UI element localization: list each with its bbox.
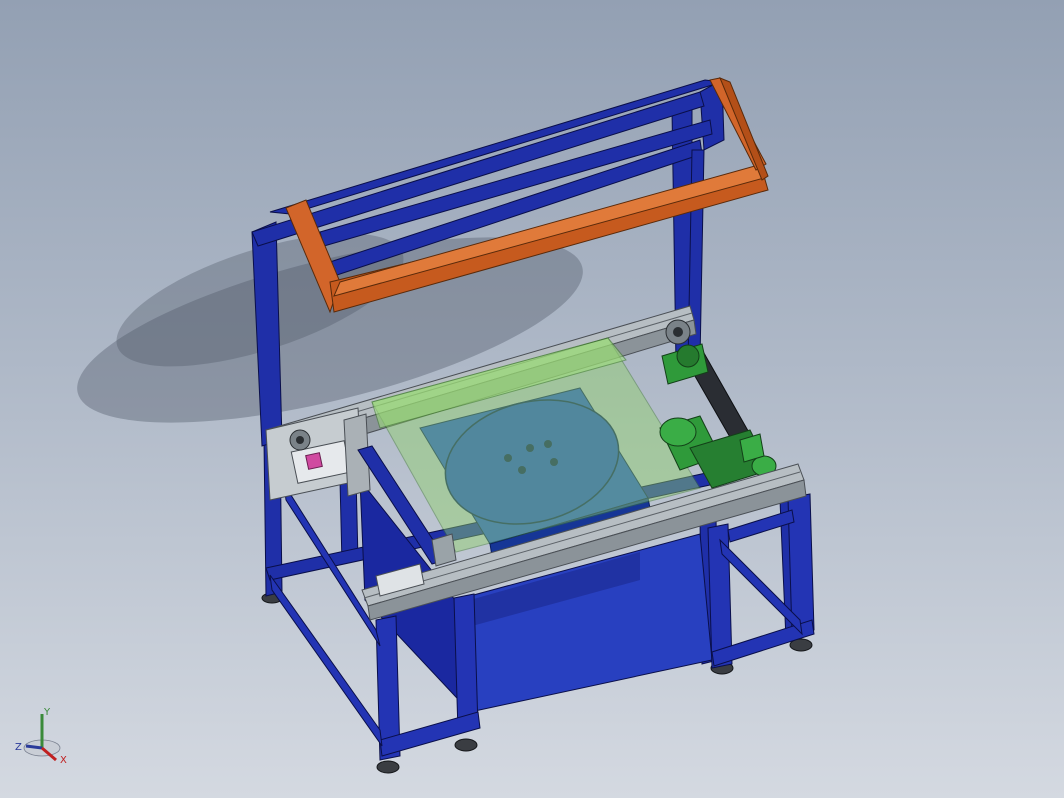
sprocket-right[interactable] <box>665 319 691 345</box>
triad-z-label: Z <box>15 742 22 753</box>
z-axis-arrow <box>25 744 43 750</box>
triad-x-label: X <box>60 755 67 766</box>
graphics-viewport[interactable]: Y Z X <box>0 0 1064 798</box>
sprocket-left[interactable] <box>289 429 311 451</box>
triad-y-label: Y <box>44 707 51 718</box>
cad-model-view[interactable] <box>0 0 1064 798</box>
